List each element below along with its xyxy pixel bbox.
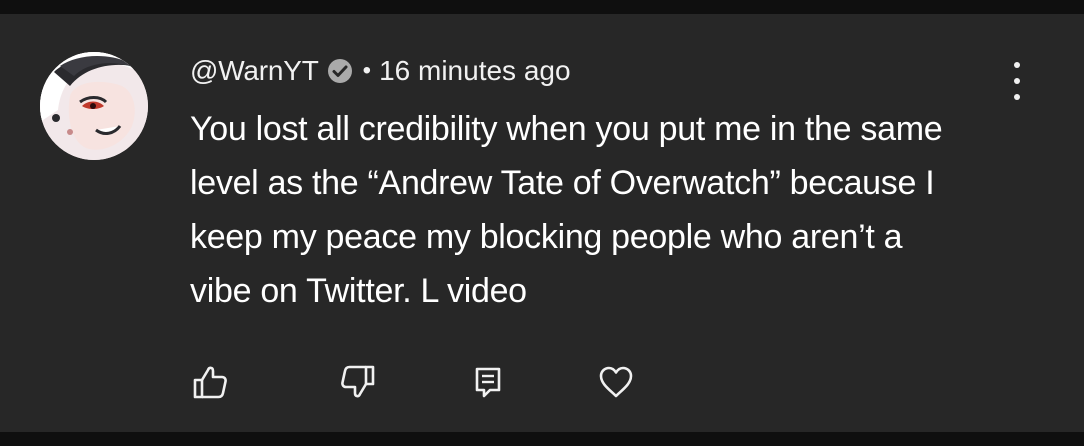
heart-icon (599, 366, 633, 398)
heart-button[interactable] (594, 360, 638, 404)
like-button[interactable] (188, 360, 232, 404)
dislike-button[interactable] (336, 360, 380, 404)
reply-button[interactable] (466, 360, 510, 404)
reply-icon (475, 367, 501, 398)
page: @WarnYT • 16 minutes ago You lost all cr… (0, 0, 1084, 446)
separator-dot: • (362, 57, 372, 84)
avatar-image (40, 52, 148, 160)
comment-header: @WarnYT • 16 minutes ago (190, 54, 571, 88)
avatar[interactable] (40, 52, 148, 160)
comment-card: @WarnYT • 16 minutes ago You lost all cr… (0, 14, 1084, 432)
comment-timestamp[interactable]: 16 minutes ago (379, 54, 570, 88)
author-handle[interactable]: @WarnYT (190, 54, 319, 88)
comment-text: You lost all credibility when you put me… (190, 110, 943, 310)
more-vertical-icon (1014, 62, 1020, 68)
thumbs-down-icon (341, 365, 375, 398)
verified-badge-icon (327, 58, 353, 84)
thumbs-up-icon (193, 366, 227, 399)
more-options-button[interactable] (1002, 58, 1032, 104)
